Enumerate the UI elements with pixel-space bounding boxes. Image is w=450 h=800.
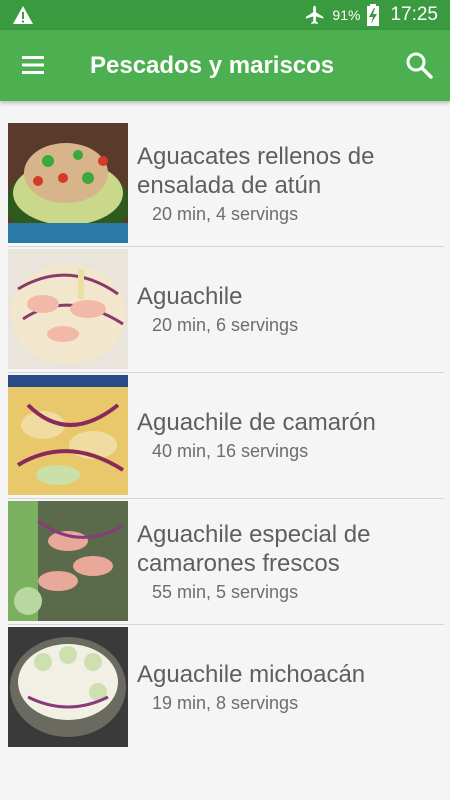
recipe-item[interactable]: Aguachile de camarón 40 min, 16 servings: [0, 373, 450, 499]
recipe-item[interactable]: Aguacates rellenos de ensalada de atún 2…: [0, 121, 450, 247]
recipe-thumbnail: [8, 249, 128, 369]
airplane-mode-icon: [306, 5, 324, 25]
recipe-meta: 19 min, 8 servings: [152, 693, 299, 713]
recipe-meta: 40 min, 16 servings: [152, 441, 309, 461]
warning-triangle-icon: [13, 6, 33, 24]
hamburger-menu-icon[interactable]: [18, 52, 48, 78]
recipe-thumbnail: [8, 375, 128, 495]
recipe-item[interactable]: Aguachile 20 min, 6 servings: [0, 247, 450, 373]
battery-charging-icon: [367, 4, 380, 26]
search-icon[interactable]: [404, 50, 434, 80]
recipe-name: Aguachile de camarón: [137, 409, 376, 436]
recipe-item[interactable]: Aguachile michoacán 19 min, 8 servings: [0, 625, 450, 751]
page-title: Pescados y mariscos: [90, 52, 335, 79]
recipe-thumbnail: [8, 123, 128, 243]
recipe-list: Aguacates rellenos de ensalada de atún 2…: [0, 121, 450, 751]
recipe-thumbnail: [8, 627, 128, 747]
recipe-thumbnail: [8, 501, 128, 621]
recipe-item[interactable]: Aguachile especial de camarones frescos …: [0, 499, 450, 625]
recipe-name: Aguachile michoacán: [137, 661, 366, 688]
recipe-meta: 55 min, 5 servings: [152, 581, 299, 602]
app-bar: Pescados y mariscos: [0, 30, 450, 101]
recipe-name: Aguachile especial de camarones frescos: [137, 520, 371, 577]
clock: 17:25: [390, 4, 438, 25]
recipe-meta: 20 min, 4 servings: [152, 203, 299, 224]
battery-percent: 91%: [332, 7, 361, 23]
status-bar: 91% 17:25: [0, 0, 450, 30]
recipe-name: Aguacates rellenos de ensalada de atún: [137, 142, 375, 199]
recipe-meta: 20 min, 6 servings: [152, 315, 299, 335]
recipe-name: Aguachile: [137, 283, 243, 310]
